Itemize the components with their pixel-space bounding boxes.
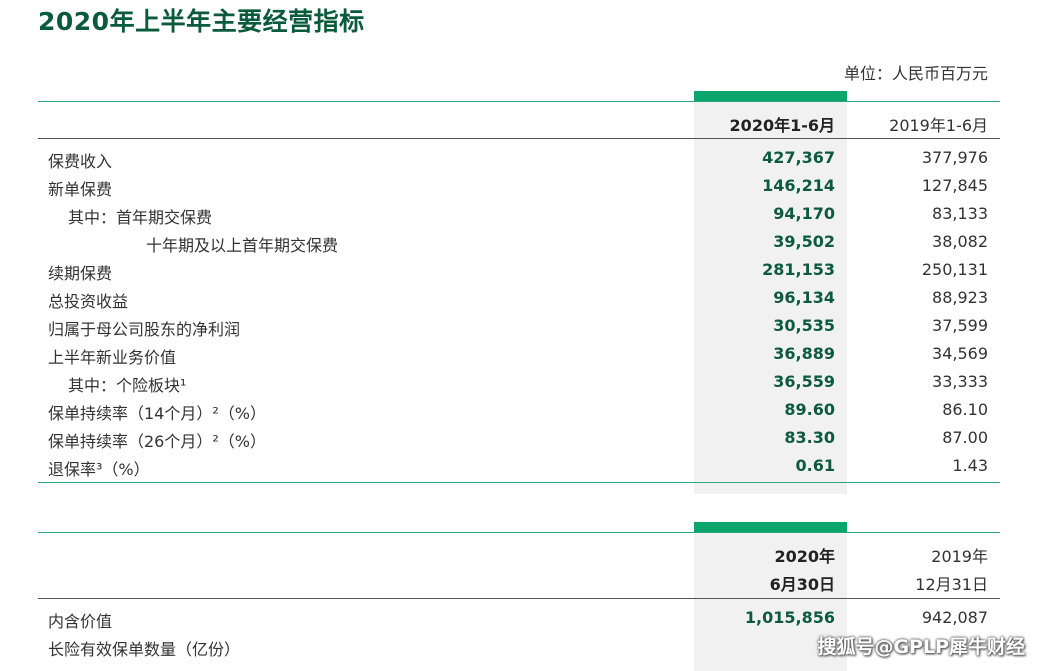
row-previous-value: 33,333 (932, 372, 988, 391)
row-previous-value: 83,133 (932, 204, 988, 223)
unit-label: 单位：人民币百万元 (843, 64, 988, 83)
row-current-value: 1,015,856 (744, 608, 835, 627)
row-previous-value: 37,599 (932, 316, 988, 335)
table-row: 其中：首年期交保费 94,170 83,133 (0, 204, 1050, 232)
row-label: 保单持续率（26个月）²（%） (48, 432, 266, 451)
row-label: 续期保费 (48, 264, 113, 283)
row-label: 其中：个险板块¹ (68, 376, 187, 395)
row-previous-value: 38,082 (932, 232, 988, 251)
table1-header-rule (38, 138, 1000, 139)
table1-bottom-rule (38, 482, 1000, 483)
current-column-accent-1 (694, 91, 847, 101)
row-previous-value: 942,087 (921, 608, 988, 627)
row-current-value: 94,170 (773, 204, 835, 223)
table1-header-current: 2020年1-6月 (729, 116, 835, 135)
table-row: 十年期及以上首年期交保费 39,502 38,082 (0, 232, 1050, 260)
row-previous-value: 250,131 (921, 260, 988, 279)
table-row: 续期保费 281,153 250,131 (0, 260, 1050, 288)
table-row: 其中：个险板块¹ 36,559 33,333 (0, 372, 1050, 400)
row-previous-value: 87.00 (942, 428, 988, 447)
current-column-accent-2 (694, 522, 847, 532)
table1-header-previous: 2019年1-6月 (889, 116, 988, 135)
table2-top-rule (38, 532, 1000, 533)
table-row: 退保率³（%） 0.61 1.43 (0, 456, 1050, 484)
row-label: 退保率³（%） (48, 460, 150, 479)
row-label: 十年期及以上首年期交保费 (146, 236, 339, 255)
row-label: 总投资收益 (48, 292, 129, 311)
table-row: 上半年新业务价值 36,889 34,569 (0, 344, 1050, 372)
row-current-value: 0.61 (795, 456, 835, 475)
row-current-value: 30,535 (773, 316, 835, 335)
row-current-value: 281,153 (762, 260, 835, 279)
row-previous-value: 86.10 (942, 400, 988, 419)
row-label: 上半年新业务价值 (48, 348, 177, 367)
row-label: 长险有效保单数量（亿份） (48, 640, 241, 659)
table2-header-current-line1: 2020年 (774, 547, 835, 566)
table2-header-rule (38, 598, 1000, 599)
row-previous-value: 127,845 (921, 176, 988, 195)
row-current-value: 427,367 (762, 148, 835, 167)
table1-top-rule (38, 101, 1000, 102)
row-previous-value: 1.43 (952, 456, 988, 475)
table2-header-previous-line1: 2019年 (931, 547, 988, 566)
watermark: 搜狐号@GPLP犀牛财经 (817, 636, 1025, 658)
row-current-value: 146,214 (762, 176, 835, 195)
page-title: 2020年上半年主要经营指标 (38, 7, 365, 36)
table-row: 新单保费 146,214 127,845 (0, 176, 1050, 204)
table-row: 保单持续率（26个月）²（%） 83.30 87.00 (0, 428, 1050, 456)
row-previous-value: 377,976 (921, 148, 988, 167)
row-label: 内含价值 (48, 612, 113, 631)
table-row: 总投资收益 96,134 88,923 (0, 288, 1050, 316)
row-label: 保单持续率（14个月）²（%） (48, 404, 266, 423)
table-row: 归属于母公司股东的净利润 30,535 37,599 (0, 316, 1050, 344)
row-label: 其中：首年期交保费 (68, 208, 213, 227)
table2-header-current-line2: 6月30日 (769, 575, 835, 594)
row-current-value: 83.30 (784, 428, 835, 447)
row-label: 新单保费 (48, 180, 113, 199)
row-current-value: 36,559 (773, 372, 835, 391)
table-row: 保单持续率（14个月）²（%） 89.60 86.10 (0, 400, 1050, 428)
row-current-value: 36,889 (773, 344, 835, 363)
row-previous-value: 34,569 (932, 344, 988, 363)
row-current-value: 96,134 (773, 288, 835, 307)
row-previous-value: 88,923 (932, 288, 988, 307)
row-current-value: 89.60 (784, 400, 835, 419)
row-label: 归属于母公司股东的净利润 (48, 320, 241, 339)
table-row: 保费收入 427,367 377,976 (0, 148, 1050, 176)
table2-header-previous-line2: 12月31日 (915, 575, 988, 594)
row-label: 保费收入 (48, 152, 113, 171)
row-current-value: 39,502 (773, 232, 835, 251)
